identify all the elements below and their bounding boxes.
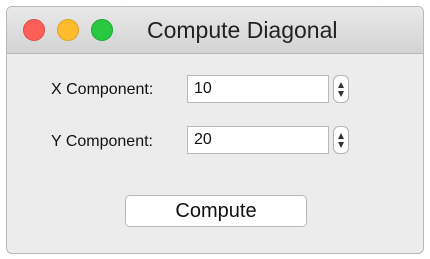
title-bar: Compute Diagonal [7,7,423,54]
stepper-down-icon [338,142,344,148]
x-component-input[interactable] [187,75,329,103]
window-title: Compute Diagonal [147,17,338,43]
y-component-label: Y Component: [51,133,153,150]
stepper-up-icon [338,133,344,139]
x-component-stepper[interactable] [333,75,349,103]
compute-button[interactable]: Compute [125,195,307,227]
minimize-button[interactable] [57,19,79,41]
stepper-up-icon [338,82,344,88]
close-button[interactable] [23,19,45,41]
y-component-stepper[interactable] [333,126,349,154]
zoom-button[interactable] [91,19,113,41]
y-component-input[interactable] [187,126,329,154]
app-window: Compute Diagonal X Component: Y Componen… [6,6,424,254]
stepper-down-icon [338,91,344,97]
x-component-label: X Component: [51,81,154,98]
